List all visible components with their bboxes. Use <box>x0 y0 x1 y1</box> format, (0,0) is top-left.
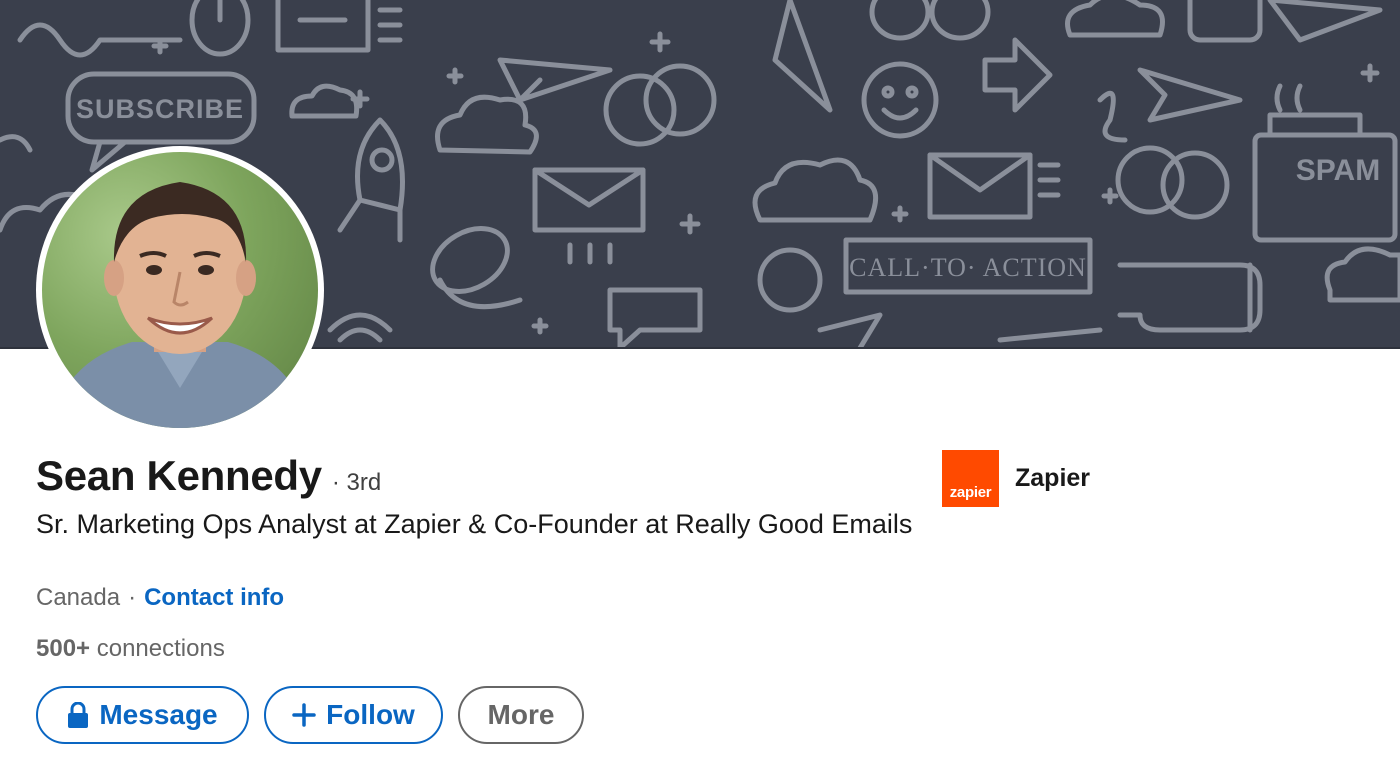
current-company[interactable]: zapier Zapier <box>942 450 1090 507</box>
location-row: Canada · Contact info <box>36 584 284 612</box>
connections-label: connections <box>96 635 225 662</box>
plus-icon <box>292 703 316 727</box>
connection-degree: · 3rd <box>331 469 382 496</box>
company-name: Zapier <box>1015 464 1091 492</box>
person-portrait <box>52 182 308 428</box>
profile-photo <box>42 152 318 428</box>
profile-headline: Sr. Marketing Ops Analyst at Zapier & Co… <box>36 509 913 539</box>
contact-info-link[interactable]: Contact info <box>144 584 284 612</box>
follow-button[interactable]: Follow <box>264 686 443 744</box>
profile-name-row: Sean Kennedy · 3rd <box>36 452 381 500</box>
profile-actions: Message Follow More <box>36 686 584 744</box>
profile-name: Sean Kennedy <box>36 452 322 499</box>
lock-icon <box>67 702 89 728</box>
connections-summary[interactable]: 500+ connections <box>36 635 225 663</box>
connections-count: 500+ <box>36 635 91 662</box>
profile-avatar[interactable] <box>36 146 324 434</box>
zapier-logo-icon: zapier <box>942 450 999 507</box>
more-button[interactable]: More <box>458 686 584 744</box>
message-button-label: Message <box>99 699 218 730</box>
banner-spam-text: SPAM <box>1296 154 1380 187</box>
profile-location: Canada <box>36 584 121 611</box>
more-button-label: More <box>487 699 555 730</box>
location-separator: · <box>128 584 137 611</box>
follow-button-label: Follow <box>326 699 415 730</box>
banner-cta-text: CALL·TO· ACTION <box>849 253 1087 282</box>
banner-subscribe-text: SUBSCRIBE <box>76 94 244 124</box>
message-button[interactable]: Message <box>36 686 249 744</box>
company-logo-text: zapier <box>949 484 992 501</box>
